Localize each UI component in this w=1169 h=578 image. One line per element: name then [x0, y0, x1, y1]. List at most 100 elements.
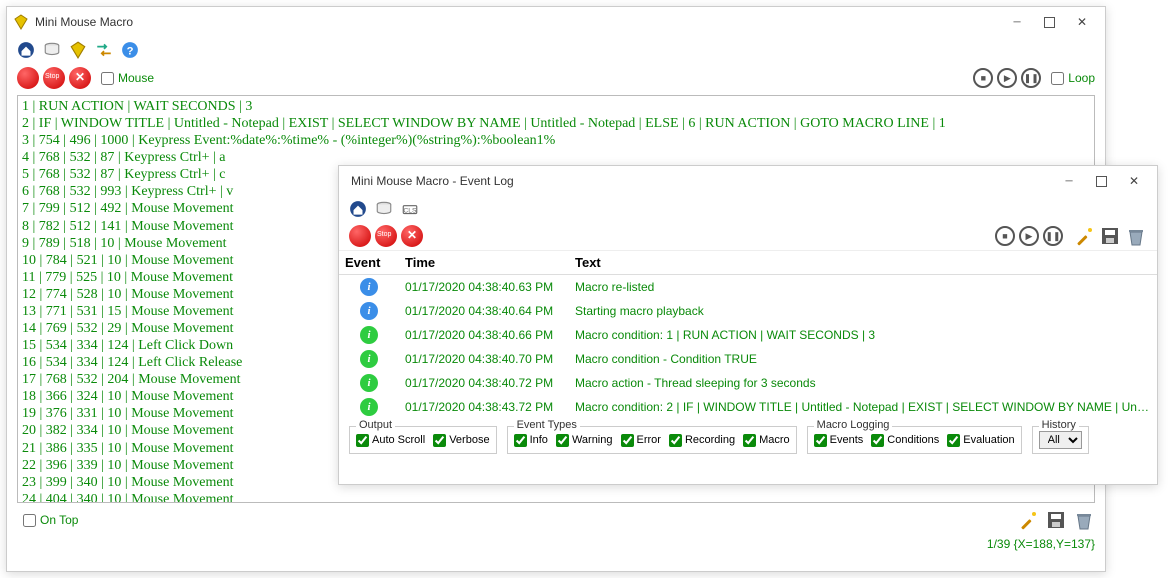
script-line[interactable]: 4 | 768 | 532 | 87 | Keypress Ctrl+ | a [22, 149, 1090, 166]
history-select[interactable]: All [1039, 431, 1082, 449]
script-line[interactable]: 1 | RUN ACTION | WAIT SECONDS | 3 [22, 98, 1090, 115]
log-text: Macro condition: 2 | IF | WINDOW TITLE |… [569, 395, 1157, 419]
log-row[interactable]: 01/17/2020 04:38:40.70 PMMacro condition… [339, 347, 1157, 371]
loop-checkbox[interactable] [1051, 72, 1064, 85]
log-row[interactable]: 01/17/2020 04:38:40.72 PMMacro action - … [339, 371, 1157, 395]
disk-icon[interactable] [43, 41, 61, 59]
info-checkbox[interactable] [514, 434, 527, 447]
script-line[interactable]: 3 | 754 | 496 | 1000 | Keypress Event:%d… [22, 132, 1090, 149]
log-close-button[interactable] [1125, 172, 1143, 190]
script-line[interactable]: 2 | IF | WINDOW TITLE | Untitled - Notep… [22, 115, 1090, 132]
log-row[interactable]: 01/17/2020 04:38:40.63 PMMacro re-listed [339, 275, 1157, 300]
log-minimize-button[interactable] [1060, 172, 1078, 190]
warning-checkbox[interactable] [556, 434, 569, 447]
log-time: 01/17/2020 04:38:40.64 PM [399, 299, 569, 323]
log-disk-icon[interactable] [375, 200, 393, 218]
status-bar: 1/39 {X=188,Y=137} [7, 535, 1105, 553]
app-icon [13, 14, 29, 30]
recording-checkbox[interactable] [669, 434, 682, 447]
wand-icon[interactable] [1017, 509, 1039, 531]
auto-scroll-checkbox[interactable] [356, 434, 369, 447]
log-toolbar: CLS [339, 196, 1157, 222]
main-titlebar[interactable]: Mini Mouse Macro [7, 7, 1105, 37]
log-record-button[interactable] [349, 225, 371, 247]
log-control-row: ■ ▶ ❚❚ [339, 222, 1157, 250]
event-log-window: Mini Mouse Macro - Event Log CLS ■ ▶ ❚❚ [338, 165, 1158, 485]
log-wand-icon[interactable] [1073, 225, 1095, 247]
event-types-legend: Event Types [514, 419, 580, 431]
arrows-icon[interactable] [95, 41, 113, 59]
log-trash-icon[interactable] [1125, 225, 1147, 247]
log-stop-playback-button[interactable]: ■ [995, 226, 1015, 246]
main-control-row: Mouse ■ ▶ ❚❚ Loop [7, 63, 1105, 93]
play-button[interactable]: ▶ [997, 68, 1017, 88]
close-button[interactable] [1073, 13, 1091, 31]
clear-button[interactable] [69, 67, 91, 89]
verbose-label: Verbose [449, 434, 489, 446]
log-text: Macro condition - Condition TRUE [569, 347, 1157, 371]
log-text: Macro re-listed [569, 275, 1157, 300]
output-legend: Output [356, 419, 395, 431]
error-checkbox[interactable] [621, 434, 634, 447]
log-clear-button[interactable] [401, 225, 423, 247]
col-time[interactable]: Time [399, 251, 569, 275]
log-text: Macro condition: 1 | RUN ACTION | WAIT S… [569, 323, 1157, 347]
stop-playback-button[interactable]: ■ [973, 68, 993, 88]
info-event-icon [360, 302, 378, 320]
info-event-icon [360, 278, 378, 296]
stop-record-button[interactable] [43, 67, 65, 89]
shield-icon[interactable] [69, 41, 87, 59]
verbose-checkbox[interactable] [433, 434, 446, 447]
record-button[interactable] [17, 67, 39, 89]
history-legend: History [1039, 419, 1079, 431]
log-play-button[interactable]: ▶ [1019, 226, 1039, 246]
log-maximize-button[interactable] [1096, 176, 1107, 187]
log-home-icon[interactable] [349, 200, 367, 218]
macro-checkbox[interactable] [743, 434, 756, 447]
minimize-button[interactable] [1008, 13, 1026, 31]
on-top-checkbox[interactable] [23, 514, 36, 527]
log-pause-button[interactable]: ❚❚ [1043, 226, 1063, 246]
warning-label: Warning [572, 434, 613, 446]
svg-text:CLS: CLS [403, 207, 417, 214]
col-event[interactable]: Event [339, 251, 399, 275]
log-stop-button[interactable] [375, 225, 397, 247]
mouse-label: Mouse [118, 71, 154, 85]
error-label: Error [637, 434, 661, 446]
main-footer: On Top [7, 505, 1105, 535]
log-titlebar[interactable]: Mini Mouse Macro - Event Log [339, 166, 1157, 196]
events-checkbox[interactable] [814, 434, 827, 447]
evaluation-checkbox[interactable] [947, 434, 960, 447]
macro-label: Macro [759, 434, 790, 446]
condition-event-icon [360, 326, 378, 344]
conditions-checkbox[interactable] [871, 434, 884, 447]
maximize-button[interactable] [1044, 17, 1055, 28]
home-icon[interactable] [17, 41, 35, 59]
log-table-container[interactable]: Event Time Text 01/17/2020 04:38:40.63 P… [339, 250, 1157, 420]
log-time: 01/17/2020 04:38:40.66 PM [399, 323, 569, 347]
script-line[interactable]: 24 | 404 | 340 | 10 | Mouse Movement [22, 491, 1090, 503]
log-row[interactable]: 01/17/2020 04:38:40.64 PMStarting macro … [339, 299, 1157, 323]
clear-log-icon[interactable]: CLS [401, 200, 419, 218]
col-text[interactable]: Text [569, 251, 1157, 275]
macro-logging-group: Macro Logging Events Conditions Evaluati… [807, 426, 1022, 454]
main-title: Mini Mouse Macro [35, 15, 1008, 29]
loop-label: Loop [1068, 71, 1095, 85]
log-save-icon[interactable] [1099, 225, 1121, 247]
log-row[interactable]: 01/17/2020 04:38:43.72 PMMacro condition… [339, 395, 1157, 419]
help-icon[interactable]: ? [121, 41, 139, 59]
trash-icon[interactable] [1073, 509, 1095, 531]
log-row[interactable]: 01/17/2020 04:38:40.66 PMMacro condition… [339, 323, 1157, 347]
log-title: Mini Mouse Macro - Event Log [345, 174, 1060, 188]
svg-text:?: ? [127, 46, 134, 58]
auto-scroll-label: Auto Scroll [372, 434, 425, 446]
log-footer: Output Auto Scroll Verbose Event Types I… [339, 420, 1157, 458]
condition-event-icon [360, 350, 378, 368]
recording-label: Recording [685, 434, 735, 446]
save-icon[interactable] [1045, 509, 1067, 531]
condition-event-icon [360, 398, 378, 416]
condition-event-icon [360, 374, 378, 392]
pause-button[interactable]: ❚❚ [1021, 68, 1041, 88]
mouse-checkbox[interactable] [101, 72, 114, 85]
main-toolbar: ? [7, 37, 1105, 63]
